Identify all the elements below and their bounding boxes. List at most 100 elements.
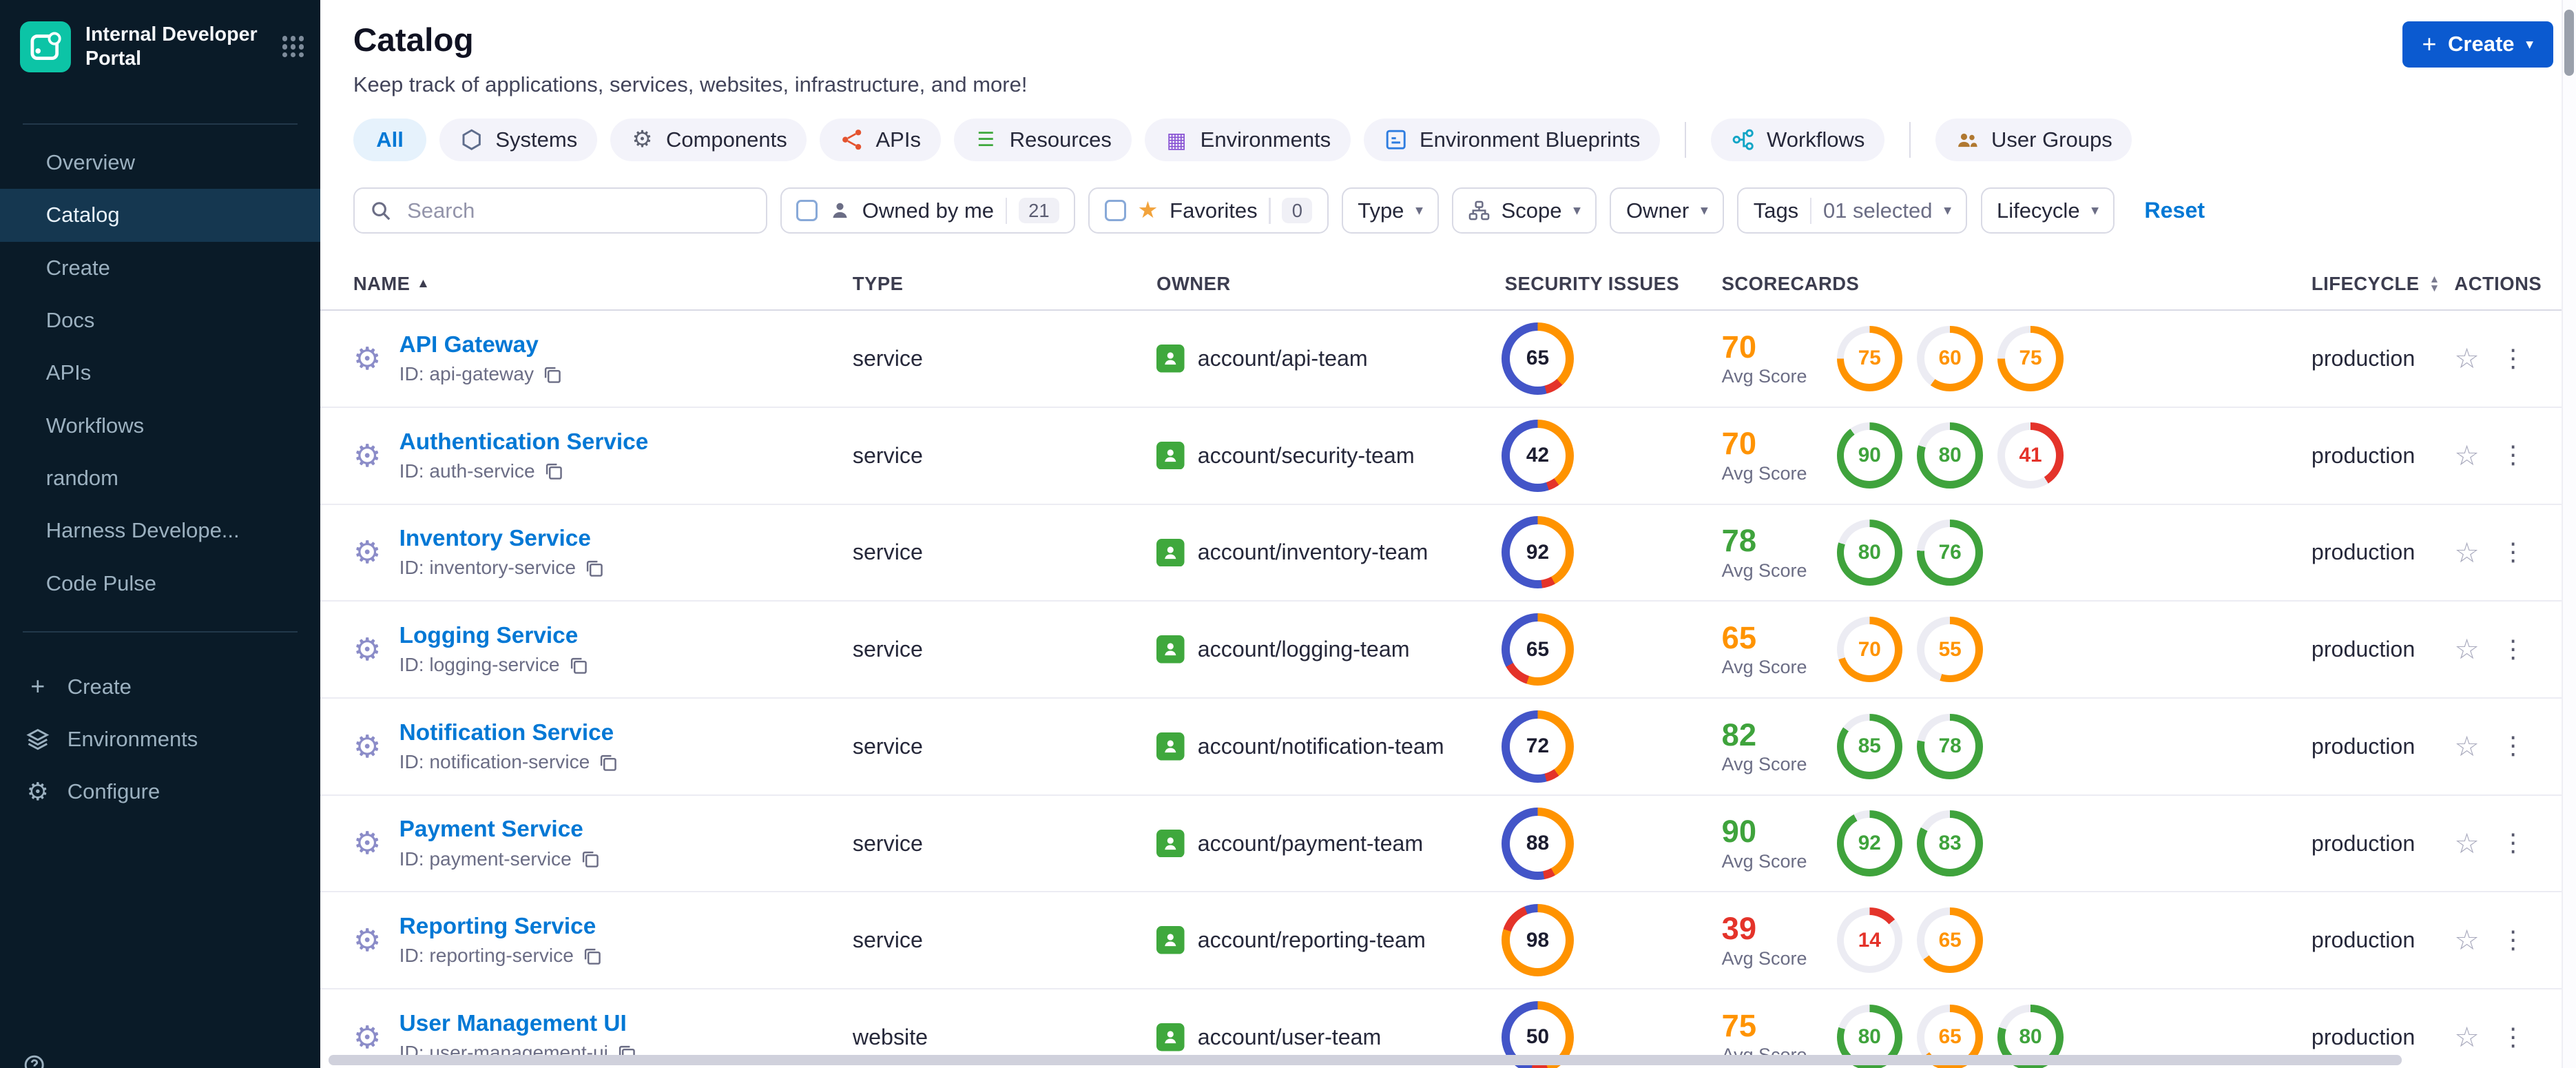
scorecard-ring[interactable]: 92 bbox=[1836, 810, 1902, 876]
entity-name-link[interactable]: User Management UI bbox=[399, 1011, 636, 1037]
sidebar-item-code-pulse[interactable]: Code Pulse bbox=[0, 557, 320, 609]
kebab-menu-icon[interactable]: ⋮ bbox=[2501, 927, 2526, 953]
copy-icon[interactable] bbox=[598, 752, 618, 772]
search-box[interactable] bbox=[353, 187, 767, 234]
favorite-star-icon[interactable]: ☆ bbox=[2454, 732, 2479, 761]
copy-icon[interactable] bbox=[543, 461, 563, 481]
scorecard-ring[interactable]: 80 bbox=[1836, 520, 1902, 586]
portal-logo-icon[interactable] bbox=[19, 21, 71, 72]
create-button[interactable]: + Create ▾ bbox=[2402, 21, 2553, 68]
vertical-scrollbar[interactable] bbox=[2561, 0, 2576, 1068]
scorecard-ring[interactable]: 65 bbox=[1917, 907, 1983, 974]
column-header-lifecycle[interactable]: LIFECYCLE ▲ ▼ bbox=[2300, 273, 2440, 295]
scope-filter-dropdown[interactable]: Scope ▾ bbox=[1452, 187, 1597, 234]
security-issues-donut[interactable]: 98 bbox=[1502, 904, 1574, 977]
entity-name-link[interactable]: API Gateway bbox=[399, 332, 562, 358]
favorite-star-icon[interactable]: ☆ bbox=[2454, 345, 2479, 373]
favorites-checkbox[interactable] bbox=[1104, 200, 1126, 222]
scorecard-ring[interactable]: 83 bbox=[1917, 810, 1983, 876]
sidebar-item-overview[interactable]: Overview bbox=[0, 136, 320, 189]
scorecard-ring[interactable]: 80 bbox=[1917, 422, 1983, 489]
owned-by-me-checkbox[interactable] bbox=[796, 200, 818, 222]
copy-icon[interactable] bbox=[584, 558, 604, 578]
favorite-star-icon[interactable]: ☆ bbox=[2454, 1023, 2479, 1051]
vertical-scrollbar-thumb[interactable] bbox=[2564, 10, 2575, 76]
sidebar-item-catalog[interactable]: Catalog bbox=[0, 189, 321, 242]
favorites-filter[interactable]: ★ Favorites 0 bbox=[1088, 187, 1329, 234]
entity-name-link[interactable]: Authentication Service bbox=[399, 429, 649, 455]
help-icon[interactable] bbox=[21, 1052, 48, 1068]
favorite-star-icon[interactable]: ☆ bbox=[2454, 442, 2479, 470]
reset-filters-link[interactable]: Reset bbox=[2144, 198, 2205, 223]
security-issues-donut[interactable]: 72 bbox=[1502, 710, 1574, 783]
search-input[interactable] bbox=[404, 196, 751, 225]
horizontal-scrollbar-thumb[interactable] bbox=[329, 1055, 2402, 1065]
tab-all[interactable]: All bbox=[353, 119, 427, 162]
favorite-star-icon[interactable]: ☆ bbox=[2454, 926, 2479, 954]
favorite-star-icon[interactable]: ☆ bbox=[2454, 635, 2479, 664]
sidebar-item-create[interactable]: Create bbox=[0, 242, 320, 294]
copy-icon[interactable] bbox=[580, 849, 600, 869]
scorecard-ring[interactable]: 60 bbox=[1917, 325, 1983, 392]
scorecard-ring[interactable]: 75 bbox=[1836, 325, 1902, 392]
security-issues-donut[interactable]: 88 bbox=[1502, 807, 1574, 880]
owner-name[interactable]: account/logging-team bbox=[1198, 637, 1410, 662]
owner-name[interactable]: account/notification-team bbox=[1198, 734, 1444, 759]
kebab-menu-icon[interactable]: ⋮ bbox=[2501, 540, 2526, 565]
sidebar-item-workflows[interactable]: Workflows bbox=[0, 399, 320, 451]
scorecard-ring[interactable]: 14 bbox=[1836, 907, 1902, 974]
favorite-star-icon[interactable]: ☆ bbox=[2454, 538, 2479, 567]
apps-grid-icon[interactable] bbox=[282, 36, 304, 58]
owned-by-me-filter[interactable]: Owned by me 21 bbox=[780, 187, 1076, 234]
sidebar-item-docs[interactable]: Docs bbox=[0, 294, 320, 347]
entity-name-link[interactable]: Payment Service bbox=[399, 817, 600, 843]
owner-name[interactable]: account/reporting-team bbox=[1198, 927, 1426, 953]
owner-name[interactable]: account/security-team bbox=[1198, 443, 1415, 469]
sidebar-bottom-environments[interactable]: Environments bbox=[0, 713, 320, 766]
kebab-menu-icon[interactable]: ⋮ bbox=[2501, 346, 2526, 371]
kebab-menu-icon[interactable]: ⋮ bbox=[2501, 637, 2526, 662]
owner-filter-dropdown[interactable]: Owner ▾ bbox=[1610, 187, 1725, 234]
copy-icon[interactable] bbox=[582, 946, 602, 966]
entity-name-link[interactable]: Logging Service bbox=[399, 623, 588, 649]
entity-name-link[interactable]: Notification Service bbox=[399, 720, 618, 746]
scorecard-ring[interactable]: 76 bbox=[1917, 520, 1983, 586]
kebab-menu-icon[interactable]: ⋮ bbox=[2501, 830, 2526, 856]
security-issues-donut[interactable]: 92 bbox=[1502, 516, 1574, 589]
column-header-name[interactable]: NAME ▲ bbox=[353, 273, 853, 295]
scorecard-ring[interactable]: 85 bbox=[1836, 713, 1902, 780]
kebab-menu-icon[interactable]: ⋮ bbox=[2501, 442, 2526, 468]
entity-name-link[interactable]: Reporting Service bbox=[399, 914, 602, 940]
copy-icon[interactable] bbox=[542, 364, 562, 384]
sidebar-bottom-configure[interactable]: ⚙ Configure bbox=[0, 766, 320, 818]
type-filter-dropdown[interactable]: Type ▾ bbox=[1341, 187, 1440, 234]
kebab-menu-icon[interactable]: ⋮ bbox=[2501, 1025, 2526, 1050]
tab-workflows[interactable]: Workflows bbox=[1710, 119, 1885, 162]
tab-environment-blueprints[interactable]: Environment Blueprints bbox=[1363, 119, 1661, 162]
lifecycle-filter-dropdown[interactable]: Lifecycle ▾ bbox=[1980, 187, 2115, 234]
sidebar-item-random[interactable]: random bbox=[0, 452, 320, 504]
security-issues-donut[interactable]: 65 bbox=[1502, 322, 1574, 395]
scorecard-ring[interactable]: 41 bbox=[1997, 422, 2064, 489]
tags-filter-dropdown[interactable]: Tags 01 selected ▾ bbox=[1737, 187, 1968, 234]
tab-user-groups[interactable]: User Groups bbox=[1935, 119, 2132, 162]
copy-icon[interactable] bbox=[568, 655, 588, 675]
scorecard-ring[interactable]: 70 bbox=[1836, 616, 1902, 683]
tab-environments[interactable]: ▦ Environments bbox=[1144, 119, 1351, 162]
owner-name[interactable]: account/inventory-team bbox=[1198, 540, 1429, 565]
sidebar-item-apis[interactable]: APIs bbox=[0, 347, 320, 399]
tab-apis[interactable]: APIs bbox=[820, 119, 941, 162]
sidebar-item-harness-developer[interactable]: Harness Develope... bbox=[0, 504, 320, 557]
owner-name[interactable]: account/payment-team bbox=[1198, 831, 1423, 856]
owner-name[interactable]: account/api-team bbox=[1198, 346, 1368, 371]
security-issues-donut[interactable]: 42 bbox=[1502, 419, 1574, 492]
tab-components[interactable]: ⚙ Components bbox=[610, 119, 807, 162]
security-issues-donut[interactable]: 65 bbox=[1502, 613, 1574, 686]
sidebar-bottom-create[interactable]: + Create bbox=[0, 661, 320, 713]
tab-systems[interactable]: Systems bbox=[439, 119, 597, 162]
scorecard-ring[interactable]: 55 bbox=[1917, 616, 1983, 683]
scorecard-ring[interactable]: 75 bbox=[1997, 325, 2064, 392]
scorecard-ring[interactable]: 78 bbox=[1917, 713, 1983, 780]
entity-name-link[interactable]: Inventory Service bbox=[399, 526, 604, 552]
kebab-menu-icon[interactable]: ⋮ bbox=[2501, 734, 2526, 759]
